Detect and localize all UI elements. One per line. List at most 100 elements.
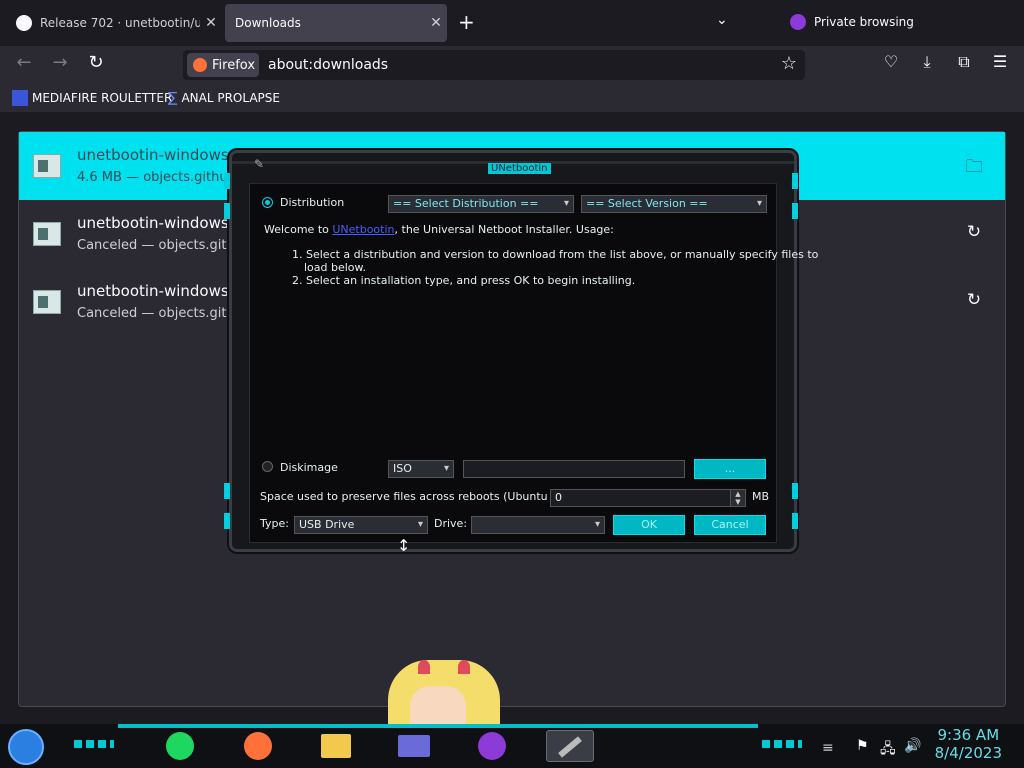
tab-release-702[interactable]: Release 702 · unetbootin/unetb ✕	[6, 4, 222, 42]
bookmark-mediafire[interactable]: MEDIAFIRE ROULETTER	[12, 90, 172, 106]
space-spinner[interactable]: ▲ ▼	[730, 489, 746, 507]
cancel-button[interactable]: Cancel	[694, 515, 766, 535]
distribution-label: Distribution	[280, 196, 345, 209]
private-browsing-indicator: Private browsing	[790, 14, 914, 30]
network-icon[interactable]: 🖧	[880, 738, 896, 762]
drive-select[interactable]	[471, 516, 605, 534]
menu-icon[interactable]: ☰	[986, 52, 1014, 71]
frame-accent	[792, 483, 798, 499]
back-arrow-icon[interactable]: ←	[10, 52, 38, 73]
dialog-body: Distribution == Select Distribution == =…	[249, 183, 818, 543]
tab-title: Downloads	[235, 16, 301, 30]
start-orb-icon[interactable]	[8, 729, 44, 765]
bookmark-label: MEDIAFIRE ROULETTER	[32, 91, 173, 105]
diskimage-radio[interactable]	[262, 461, 273, 472]
close-icon[interactable]: ✕	[200, 15, 222, 31]
clock-date: 8/4/2023	[934, 744, 1002, 762]
bookmark-label: ANAL PROLAPSE	[181, 91, 280, 105]
space-input[interactable]: 0	[550, 489, 746, 507]
frame-accent	[792, 513, 798, 529]
distribution-select[interactable]: == Select Distribution ==	[388, 195, 574, 213]
frame-accent	[792, 173, 798, 189]
unetbootin-icon: ✎	[254, 157, 265, 171]
file-icon	[33, 222, 61, 246]
diskimage-path-input[interactable]	[463, 460, 685, 478]
firefox-icon[interactable]	[240, 730, 276, 762]
taskbar-accent	[762, 740, 802, 748]
version-select[interactable]: == Select Version ==	[581, 195, 767, 213]
welcome-text: Welcome to UNetbootin, the Universal Net…	[264, 223, 614, 236]
devil-horn-icon	[418, 660, 430, 674]
close-icon[interactable]: ✕	[425, 15, 447, 31]
reload-icon[interactable]: ↻	[82, 52, 110, 73]
type-select[interactable]: USB Drive	[294, 516, 428, 534]
identity-box[interactable]: Firefox	[187, 53, 259, 77]
frame-accent	[224, 483, 230, 499]
unetbootin-icon[interactable]	[546, 730, 594, 762]
new-tab-button[interactable]: +	[458, 10, 475, 34]
firefox-icon	[193, 58, 207, 72]
instruction-line: load below.	[304, 261, 367, 274]
browse-button[interactable]: ...	[694, 459, 766, 479]
retry-icon[interactable]: ↻	[963, 290, 985, 312]
pocket-icon[interactable]: ♡	[877, 52, 905, 71]
devil-horn-icon	[458, 660, 470, 674]
tab-downloads[interactable]: Downloads ✕	[225, 4, 447, 42]
taskbar-accent	[74, 740, 114, 748]
id-card-icon[interactable]	[396, 730, 432, 762]
forward-arrow-icon[interactable]: →	[46, 52, 74, 73]
welcome-prefix: Welcome to	[264, 223, 333, 236]
tab-title: Release 702 · unetbootin/unetb	[40, 16, 200, 30]
retry-icon[interactable]: ↻	[963, 222, 985, 244]
extensions-icon[interactable]: ⧉	[950, 52, 978, 72]
private-browsing-icon	[790, 14, 806, 30]
welcome-suffix: , the Universal Netboot Installer. Usage…	[394, 223, 614, 236]
url-bar[interactable]: Firefox about:downloads ☆	[183, 50, 805, 80]
window-title: UNetbootin	[488, 163, 551, 174]
resize-cursor-icon: ↕	[397, 536, 411, 555]
taskbar: ≡ ⚑ 🖧 🔊 9:36 AM 8/4/2023	[0, 724, 1024, 768]
diskimage-type-select[interactable]: ISO	[388, 460, 454, 478]
identity-label: Firefox	[212, 57, 256, 73]
bookmarks-toolbar: MEDIAFIRE ROULETTER ∑ ANAL PROLAPSE	[0, 86, 1024, 112]
diskimage-label: Diskimage	[280, 461, 338, 474]
character-face	[410, 686, 466, 724]
bookmark-star-icon[interactable]: ☆	[781, 53, 797, 74]
instruction-line: 2. Select an installation type, and pres…	[292, 274, 636, 287]
github-icon	[16, 15, 32, 31]
ok-button[interactable]: OK	[613, 515, 685, 535]
file-icon	[33, 290, 61, 314]
distribution-radio[interactable]	[262, 197, 273, 208]
frame-accent	[224, 203, 230, 219]
mediafire-icon	[12, 90, 28, 106]
unetbootin-window: ✎ UNetbootin Distribution == Select Dist…	[224, 150, 818, 552]
instruction-line: 1. Select a distribution and version to …	[292, 248, 819, 261]
file-explorer-icon[interactable]	[318, 730, 354, 762]
file-icon	[33, 154, 61, 178]
taskbar-accent	[118, 724, 758, 728]
tab-bar: Release 702 · unetbootin/unetb ✕ Downloa…	[0, 0, 1024, 46]
private-browsing-icon[interactable]	[474, 730, 510, 762]
frame-accent	[224, 513, 230, 529]
sigma-icon: ∑	[168, 90, 178, 106]
space-label: Space used to preserve files across rebo…	[260, 490, 583, 503]
clock-time: 9:36 AM	[937, 726, 1000, 744]
flag-icon[interactable]: ⚑	[856, 738, 869, 754]
character-sticker	[388, 660, 500, 724]
folder-icon[interactable]: 🗀	[963, 154, 985, 177]
downloads-icon[interactable]: ⤓	[913, 52, 941, 72]
list-all-tabs-chevron-down-icon[interactable]: ⌄	[716, 12, 728, 28]
bookmark-anal-prolapse[interactable]: ∑ ANAL PROLAPSE	[168, 90, 280, 106]
show-hidden-icons-icon[interactable]: ≡	[822, 740, 834, 756]
volume-icon[interactable]: 🔊	[904, 738, 921, 754]
unetbootin-link[interactable]: UNetbootin	[332, 223, 394, 236]
drive-label: Drive:	[434, 517, 468, 530]
clock[interactable]: 9:36 AM 8/4/2023	[935, 726, 1002, 762]
private-browsing-label: Private browsing	[814, 15, 914, 29]
type-label: Type:	[260, 517, 289, 530]
spotify-icon[interactable]	[162, 730, 198, 762]
url-text[interactable]: about:downloads	[268, 57, 388, 73]
frame-accent	[224, 173, 230, 189]
navigation-bar: ← → ↻ Firefox about:downloads ☆ ♡ ⤓ ⧉ ☰	[0, 46, 1024, 86]
space-unit: MB	[752, 490, 770, 503]
